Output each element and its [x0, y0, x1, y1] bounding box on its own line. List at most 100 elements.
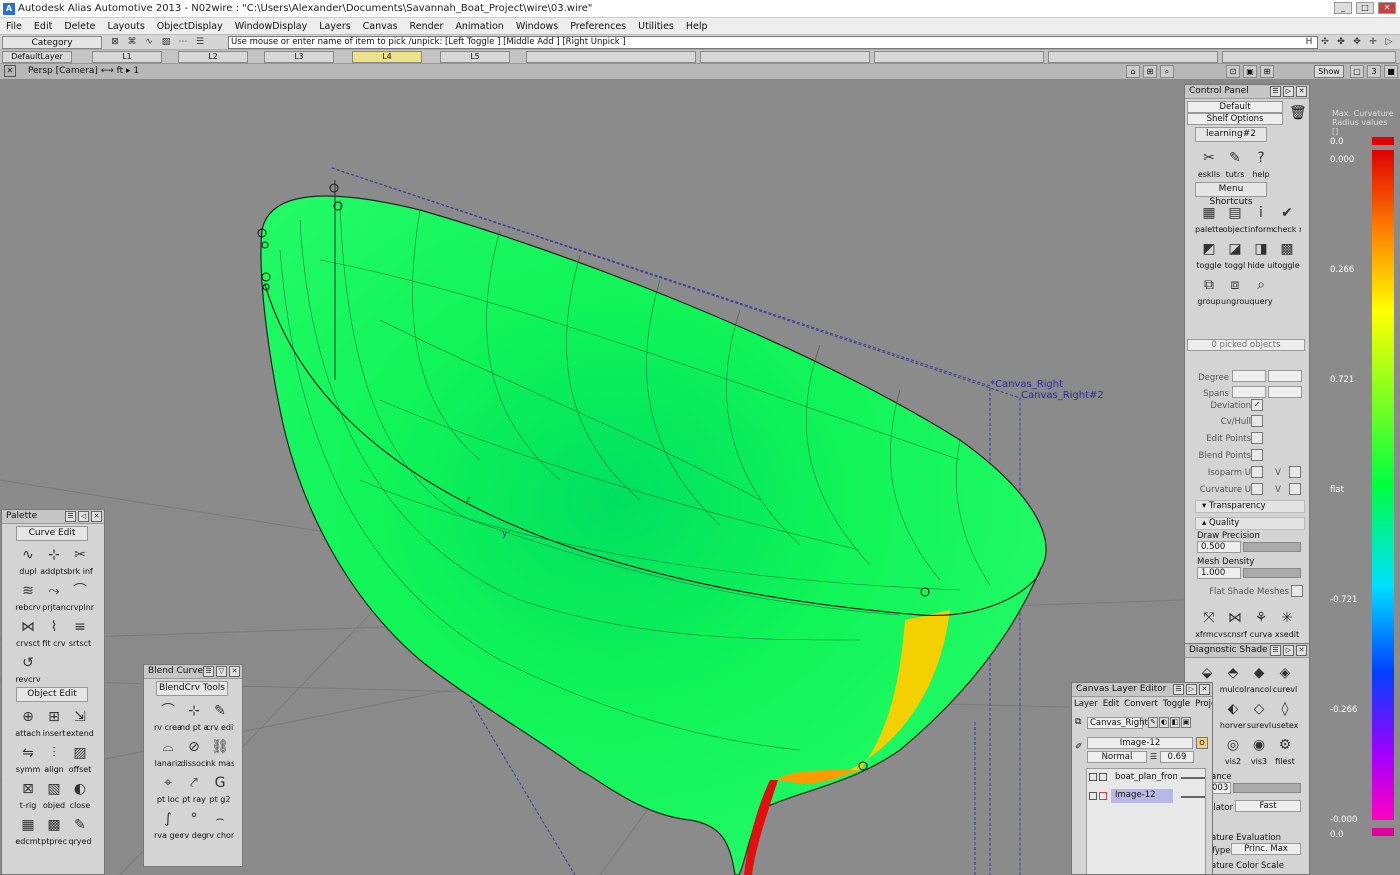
tool-close[interactable]: ◐ close — [66, 778, 94, 810]
blend-close-icon[interactable]: ✕ — [229, 666, 240, 677]
pan-icon[interactable]: ⊞ — [1143, 65, 1157, 78]
tool-qryed[interactable]: ✎ qryed — [66, 814, 94, 846]
menu-animation[interactable]: Animation — [449, 21, 509, 32]
evaluator-dropdown[interactable]: Fast — [1235, 800, 1301, 812]
diag-tool-surevl[interactable]: ◇ surevl — [1245, 698, 1273, 730]
tool-ptprec[interactable]: ▩ ptprec — [40, 814, 68, 846]
blend-tool-edit[interactable]: ✎ crv edit — [206, 700, 234, 732]
cle-lock-icon[interactable]: O — [1196, 737, 1208, 749]
tool-toggle-2[interactable]: ◪ toggl — [1221, 238, 1249, 270]
spans-field[interactable] — [1232, 386, 1266, 398]
tab-menu-shortcuts[interactable]: Menu Shortcuts — [1195, 182, 1267, 207]
point-snap-icon[interactable]: ✛ — [1366, 36, 1380, 49]
tool-tutrs[interactable]: ✎ tutrs — [1221, 147, 1249, 179]
play-icon[interactable]: ▷ — [1382, 36, 1396, 49]
tolerance-slider[interactable] — [1233, 783, 1301, 793]
palette-arrow-icon[interactable]: ◁ — [78, 511, 89, 522]
tool-symm[interactable]: ⇋ symm — [14, 742, 42, 774]
cvhull-checkbox[interactable] — [1251, 415, 1263, 427]
edit-points-checkbox[interactable] — [1251, 432, 1263, 444]
view-grid-icon[interactable]: ⊞ — [1260, 65, 1274, 78]
view-frame-icon[interactable]: ▣ — [1243, 65, 1257, 78]
tool-dupl[interactable]: ∿ dupl — [14, 544, 42, 576]
palette-menu-icon[interactable]: ☰ — [65, 511, 76, 522]
prompt-line[interactable]: Use mouse or enter name of item to pick … — [228, 36, 1318, 49]
tool-objed[interactable]: ▧ objed — [40, 778, 68, 810]
view-count-icon[interactable]: 3 — [1367, 65, 1381, 78]
tool-inform[interactable]: i inform — [1247, 202, 1275, 234]
view-toggle-icon[interactable]: ⊡ — [1226, 65, 1240, 78]
hull-surface[interactable] — [260, 195, 1047, 875]
image-name-field[interactable]: Image-12 — [1087, 737, 1193, 749]
curvature-v-checkbox[interactable] — [1289, 483, 1301, 495]
blend-tool-rva-gec[interactable]: ∫ rva gec — [154, 808, 182, 840]
type-dropdown[interactable]: Princ. Max — [1231, 843, 1301, 855]
layer-visibility-icon-2[interactable] — [1089, 792, 1097, 800]
draw-precision-field[interactable]: 0.500 — [1197, 541, 1241, 553]
diag-tool-horver[interactable]: ⬖ horver — [1219, 698, 1247, 730]
tool-ungroup[interactable]: ⧈ ungrou — [1221, 274, 1249, 306]
spans-field-2[interactable] — [1268, 386, 1302, 398]
cle-menu-convert[interactable]: Convert — [1124, 698, 1158, 711]
layer-empty-1[interactable] — [526, 51, 696, 63]
layer-empty-4[interactable] — [1048, 51, 1218, 63]
trash-icon[interactable]: 🗑 — [1289, 105, 1307, 121]
maximize-button[interactable]: □ — [1356, 2, 1374, 14]
layer-l4[interactable]: L4 — [352, 51, 422, 63]
blend-tool-dissociate[interactable]: ⊘ dissoci — [180, 736, 208, 768]
quality-section[interactable]: ▴ Quality — [1195, 517, 1305, 530]
menu-render[interactable]: Render — [404, 21, 450, 32]
degree-field[interactable] — [1232, 370, 1266, 382]
tool-palette[interactable]: ▦ palette — [1195, 202, 1223, 234]
tool-query[interactable]: ⌕ query — [1247, 274, 1275, 306]
diag-tool-vis3[interactable]: ◉ vis3 — [1245, 734, 1273, 766]
diag-tool-filest[interactable]: ⚙ filest — [1271, 734, 1299, 766]
mesh-density-slider[interactable] — [1243, 568, 1301, 578]
tab-blendcrv-tools[interactable]: BlendCrv Tools — [156, 681, 228, 696]
cle-menu-edit[interactable]: Edit — [1103, 698, 1119, 711]
diag-arrow-icon[interactable]: ▷ — [1283, 645, 1294, 656]
blend-arrow-icon[interactable]: ▽ — [216, 666, 227, 677]
tool-fit-crv[interactable]: ⌇ fit crv — [40, 616, 68, 648]
tool-scnsrf[interactable]: ⋈ scnsrf — [1221, 607, 1249, 639]
tool-revcrv[interactable]: ↺ revcrv — [14, 652, 42, 684]
cle-menu-project[interactable]: Project — [1195, 698, 1212, 711]
tool-object[interactable]: ▤ object — [1221, 202, 1249, 234]
pick-curve-icon[interactable]: ∿ — [142, 36, 156, 49]
menu-canvas[interactable]: Canvas — [357, 21, 404, 32]
layer-empty-2[interactable] — [700, 51, 870, 63]
menu-delete[interactable]: Delete — [58, 21, 101, 32]
menu-layouts[interactable]: Layouts — [102, 21, 151, 32]
diag-tool-usetex[interactable]: ◊ usetex — [1271, 698, 1299, 730]
blend-points-checkbox[interactable] — [1251, 449, 1263, 461]
tool-srtsct[interactable]: ≡ srtsct — [66, 616, 94, 648]
pick-object-icon[interactable]: ⊠ — [108, 36, 122, 49]
blend-tool-planarize[interactable]: ⌓ lanariz — [154, 736, 182, 768]
menu-windowdisplay[interactable]: WindowDisplay — [229, 21, 313, 32]
flat-shade-checkbox[interactable] — [1291, 585, 1303, 597]
tab-object-edit[interactable]: Object Edit — [16, 687, 88, 702]
tool-edcmt[interactable]: ▦ edcmt — [14, 814, 42, 846]
pick-surface-icon[interactable]: ▨ — [159, 36, 173, 49]
diag-tool-curevl[interactable]: ◈ curevl — [1271, 662, 1299, 694]
menu-layers[interactable]: Layers — [313, 21, 356, 32]
curve-snap-icon[interactable]: ✥ — [1350, 36, 1364, 49]
canvas-layer-row-1[interactable]: boat_plan_front_ — [1115, 772, 1177, 782]
tool-help[interactable]: ? help — [1247, 147, 1275, 179]
layer-image-icon[interactable] — [1099, 792, 1107, 800]
diag-tool-mulcol[interactable]: ⬘ mulcol — [1219, 662, 1247, 694]
blend-tool-rv-deg[interactable]: ° rv deg — [180, 808, 208, 840]
transparency-section[interactable]: ▾ Transparency — [1195, 500, 1305, 513]
isoparm-u-checkbox[interactable] — [1251, 466, 1263, 478]
layer-lock-icon[interactable] — [1099, 773, 1107, 781]
canvas-layer-row-2[interactable]: Image-12 — [1111, 789, 1173, 803]
layer-l2[interactable]: L2 — [178, 51, 248, 63]
blend-tool-pt-g2[interactable]: Gpt g2 — [206, 772, 234, 804]
category-dropdown[interactable]: Category — [2, 36, 102, 49]
cle-eraser-icon[interactable]: ◧ — [1170, 717, 1180, 728]
menu-help[interactable]: Help — [680, 21, 714, 32]
tool-group[interactable]: ⧉ group — [1195, 274, 1223, 306]
layer-l3[interactable]: L3 — [264, 51, 334, 63]
cle-mask-icon[interactable]: ◐ — [1159, 717, 1169, 728]
pick-list-icon[interactable]: ☰ — [193, 36, 207, 49]
